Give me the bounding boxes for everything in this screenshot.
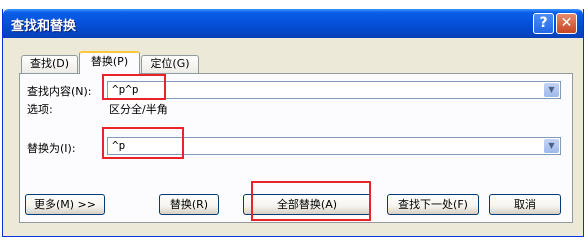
title-bar[interactable]: 查找和替换 ? ✕ [3,9,583,38]
replace-with-label: 替换为(I): [27,142,76,155]
find-what-label: 查找内容(N): [27,85,92,98]
close-icon: ✕ [560,15,573,31]
replace-all-button[interactable]: 全部替换(A) [243,194,371,215]
tab-find[interactable]: 查找(D) [21,55,78,73]
help-icon: ? [539,15,548,31]
replace-button[interactable]: 替换(R) [159,194,219,215]
cancel-button[interactable]: 取消 [489,194,561,215]
replace-with-input[interactable]: ^p ▼ [107,137,561,155]
tab-replace[interactable]: 替换(P) [79,51,140,74]
close-button[interactable]: ✕ [556,13,577,34]
replace-with-value: ^p [112,139,126,152]
options-label: 选项: [27,103,53,116]
find-what-input[interactable]: ^p^p ▼ [107,81,561,99]
find-what-value: ^p^p [112,83,139,96]
chevron-down-icon[interactable]: ▼ [544,83,559,97]
options-value: 区分全/半角 [109,103,168,116]
chevron-down-icon[interactable]: ▼ [544,139,559,153]
find-replace-dialog: 查找和替换 ? ✕ 查找(D) 替换(P) 定位(G) 查找内容(N): ^p^… [2,9,584,237]
tab-goto[interactable]: 定位(G) [141,55,199,73]
find-next-button[interactable]: 查找下一处(F) [387,194,479,215]
help-button[interactable]: ? [533,13,554,34]
window-title: 查找和替换 [11,19,77,34]
more-button[interactable]: 更多(M) >> [25,194,105,215]
